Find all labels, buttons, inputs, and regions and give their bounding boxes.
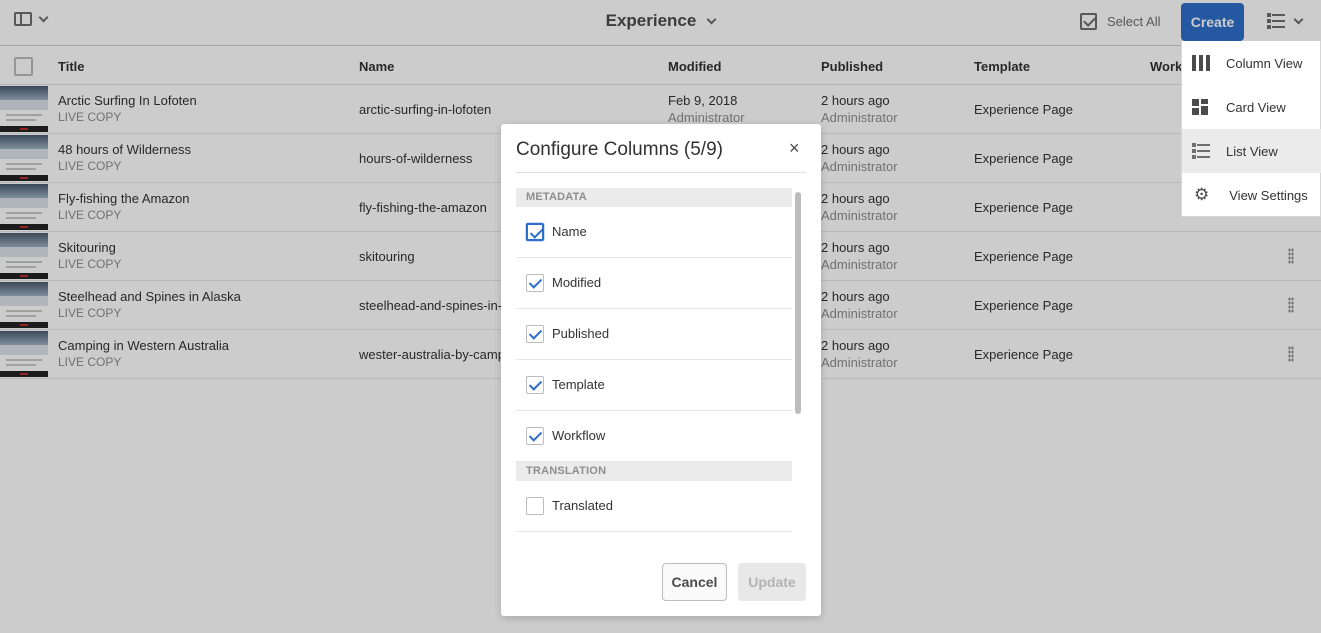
configure-columns-dialog: Configure Columns (5/9) × METADATA Name … bbox=[501, 124, 821, 616]
menu-item-list-view[interactable]: List View bbox=[1182, 129, 1321, 173]
option-label: Name bbox=[552, 224, 587, 239]
scrollbar[interactable] bbox=[794, 190, 802, 533]
option-label: Published bbox=[552, 326, 610, 341]
card-view-icon bbox=[1192, 99, 1210, 115]
column-view-icon bbox=[1192, 55, 1210, 71]
view-menu: Column View Card View List View ⚙ View S… bbox=[1181, 41, 1321, 217]
cancel-button[interactable]: Cancel bbox=[662, 563, 727, 601]
menu-item-label: List View bbox=[1226, 143, 1278, 159]
option-label: Workflow bbox=[552, 428, 606, 443]
option-label: Template bbox=[552, 377, 605, 392]
column-option-modified[interactable]: Modified bbox=[516, 258, 792, 309]
menu-item-label: View Settings bbox=[1229, 187, 1308, 203]
gear-icon: ⚙ bbox=[1194, 185, 1210, 204]
checkbox[interactable] bbox=[526, 427, 544, 445]
option-label: Modified bbox=[552, 275, 602, 290]
column-option-name[interactable]: Name bbox=[516, 207, 792, 258]
menu-item-view-settings[interactable]: ⚙ View Settings bbox=[1182, 173, 1321, 217]
section-header-metadata: METADATA bbox=[516, 188, 792, 207]
menu-item-column-view[interactable]: Column View bbox=[1182, 41, 1321, 85]
column-options-list[interactable]: METADATA Name Modified Published Templat… bbox=[516, 188, 792, 533]
dialog-title: Configure Columns (5/9) bbox=[516, 139, 723, 160]
option-label: Translated bbox=[552, 498, 613, 513]
close-icon[interactable]: × bbox=[789, 139, 800, 157]
column-option-translated[interactable]: Translated bbox=[516, 481, 792, 532]
list-view-icon bbox=[1192, 143, 1210, 159]
checkbox[interactable] bbox=[526, 223, 544, 241]
checkbox[interactable] bbox=[526, 376, 544, 394]
menu-item-label: Column View bbox=[1226, 55, 1303, 71]
column-option-published[interactable]: Published bbox=[516, 309, 792, 360]
section-header-translation: TRANSLATION bbox=[516, 462, 792, 481]
scrollbar-thumb[interactable] bbox=[795, 192, 801, 414]
menu-item-card-view[interactable]: Card View bbox=[1182, 85, 1321, 129]
checkbox[interactable] bbox=[526, 325, 544, 343]
divider bbox=[516, 172, 806, 173]
checkbox[interactable] bbox=[526, 274, 544, 292]
checkbox[interactable] bbox=[526, 497, 544, 515]
update-button[interactable]: Update bbox=[738, 563, 806, 601]
column-option-template[interactable]: Template bbox=[516, 360, 792, 411]
menu-item-label: Card View bbox=[1226, 99, 1286, 115]
column-option-workflow[interactable]: Workflow bbox=[516, 411, 792, 462]
